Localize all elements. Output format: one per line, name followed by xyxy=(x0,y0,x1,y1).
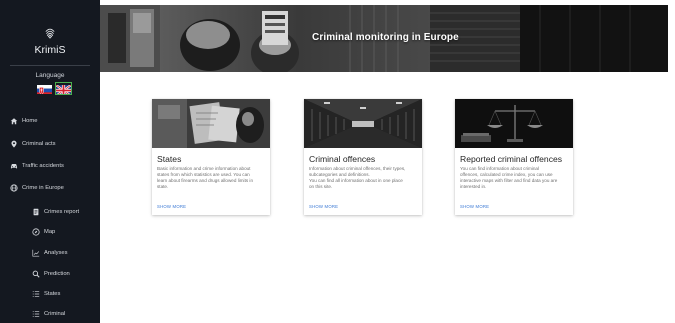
chart-icon xyxy=(32,249,40,257)
nav-criminal-acts[interactable]: Criminal acts xyxy=(0,136,100,152)
card-criminal-offences-show-more-button[interactable]: SHOW MORE xyxy=(309,204,338,209)
card-states-text-line: learn about firearms and drugs allowed l… xyxy=(157,178,254,183)
slovak-flag-icon[interactable] xyxy=(37,83,52,94)
nav-criminal[interactable]: Criminal xyxy=(0,306,100,322)
nav-traffic-accidents[interactable]: Traffic accidents xyxy=(0,158,100,174)
uk-flag-icon[interactable] xyxy=(55,82,72,95)
car-icon xyxy=(10,162,18,170)
nav-analyses-label: Analyses xyxy=(44,250,68,256)
pin-icon xyxy=(10,140,18,148)
card-reported-criminal-offences-image xyxy=(455,99,573,148)
nav-home[interactable]: Home xyxy=(0,113,100,129)
nav-crimes-report-label: Crimes report xyxy=(44,209,80,215)
card-states-text-line: state. xyxy=(157,184,169,189)
card-reported-criminal-offences-title: Reported criminal offences xyxy=(460,154,563,164)
list-icon xyxy=(32,290,40,298)
fingerprint-icon xyxy=(45,28,55,39)
nav-map[interactable]: Map xyxy=(0,224,100,240)
nav-crime-in-europe[interactable]: Crime in Europe xyxy=(0,180,100,196)
nav-map-label: Map xyxy=(44,229,56,235)
card-states-show-more-button[interactable]: SHOW MORE xyxy=(157,204,186,209)
card-reported-criminal-offences-show-more-button[interactable]: SHOW MORE xyxy=(460,204,489,209)
card-reported-criminal-offences: Reported criminal offences You can find … xyxy=(455,99,573,215)
nav-criminal-acts-label: Criminal acts xyxy=(22,141,56,147)
hero-title: Criminal monitoring in Europe xyxy=(312,32,459,43)
search-icon xyxy=(32,270,40,278)
compass-icon xyxy=(32,228,40,236)
card-states-image xyxy=(152,99,270,148)
nav-states-label: States xyxy=(44,291,61,297)
globe-icon xyxy=(10,184,18,192)
card-states: States Basic information and crime infor… xyxy=(152,99,270,215)
card-states-title: States xyxy=(157,154,182,164)
nav-states[interactable]: States xyxy=(0,286,100,302)
card-criminal-offences-image xyxy=(304,99,422,148)
nav-prediction-label: Prediction xyxy=(44,271,70,277)
card-criminal-offences-description: Information about criminal offences, the… xyxy=(309,166,417,190)
language-label: Language xyxy=(35,72,65,79)
card-criminal-offences-text-line: on this site. xyxy=(309,184,333,189)
nav-traffic-accidents-label: Traffic accidents xyxy=(22,163,64,169)
card-states-description: Basic information and crime information … xyxy=(157,166,265,190)
list-icon xyxy=(32,310,40,318)
nav-criminal-label: Criminal xyxy=(44,311,66,317)
hero-banner: Criminal monitoring in Europe xyxy=(100,5,668,72)
nav-home-label: Home xyxy=(22,118,38,124)
card-reported-criminal-offences-description: You can find information about criminal … xyxy=(460,166,568,190)
app-logo[interactable]: KrimiS xyxy=(0,26,100,56)
sidebar: KrimiS Language Home Criminal acts Traff… xyxy=(0,0,100,323)
card-reported-criminal-offences-text-line: interested in. xyxy=(460,184,487,189)
app-name: KrimiS xyxy=(34,44,66,56)
home-icon xyxy=(10,117,18,125)
nav-analyses[interactable]: Analyses xyxy=(0,245,100,261)
card-criminal-offences-title: Criminal offences xyxy=(309,154,376,164)
nav-crime-in-europe-label: Crime in Europe xyxy=(22,185,64,191)
sidebar-divider xyxy=(10,65,90,66)
card-criminal-offences: Criminal offences Information about crim… xyxy=(304,99,422,215)
report-icon xyxy=(32,208,40,216)
nav-crimes-report[interactable]: Crimes report xyxy=(0,204,100,220)
nav-prediction[interactable]: Prediction xyxy=(0,266,100,282)
